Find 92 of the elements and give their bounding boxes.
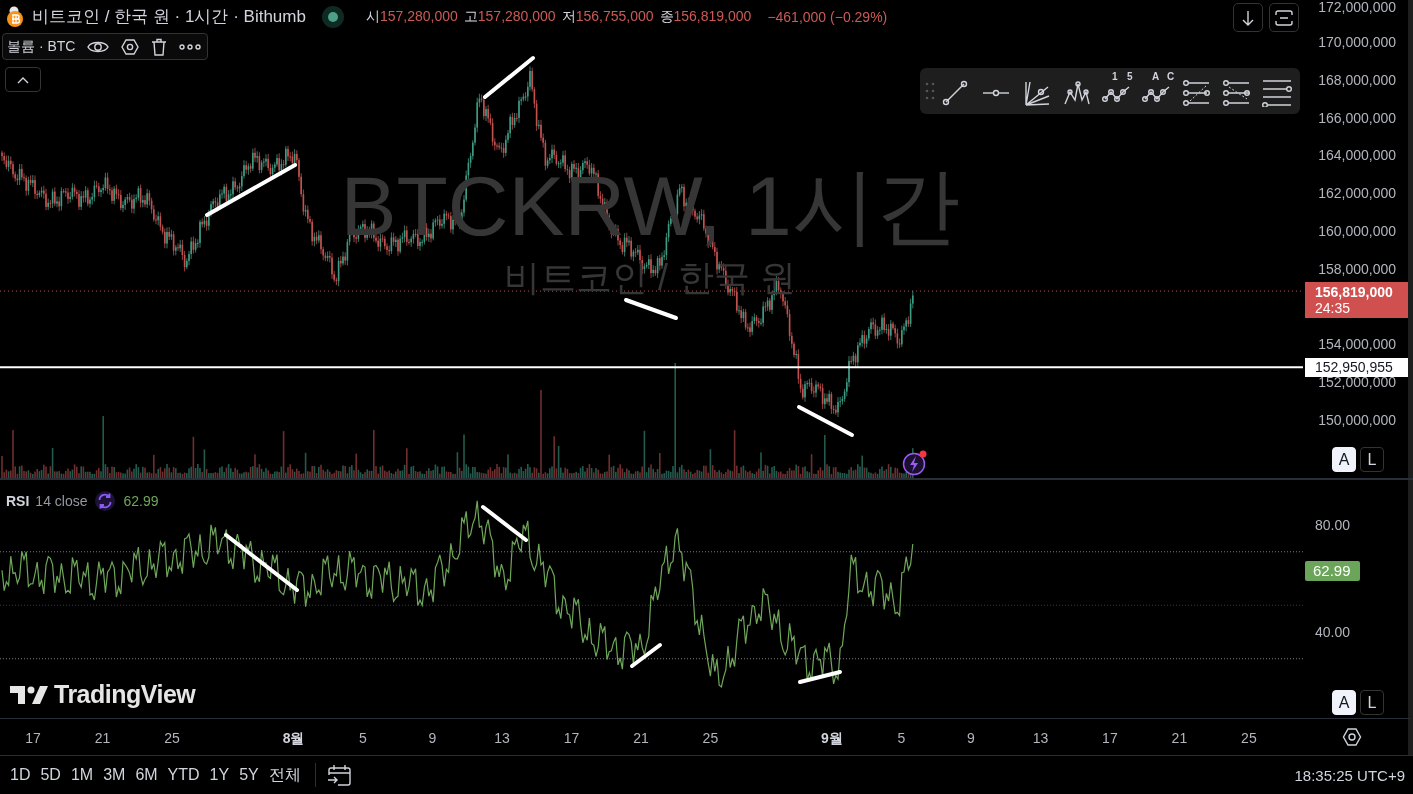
scale-mode-button[interactable]: A xyxy=(1332,690,1356,715)
range-button[interactable]: 1M xyxy=(66,766,98,784)
drawing-tool-icon xyxy=(1180,80,1213,106)
time-axis-label: 17 xyxy=(563,730,580,746)
indicator-name: RSI xyxy=(6,493,30,509)
symbol-title: 비트코인 / 한국 원 · 1시간 · Bithumb xyxy=(32,6,306,28)
volume-label: 볼륨 · BTC xyxy=(7,37,76,56)
logo-icon xyxy=(10,684,48,705)
range-button[interactable]: 3M xyxy=(99,766,130,784)
drawing-tool-icon xyxy=(1260,79,1293,107)
range-button[interactable]: 5Y xyxy=(235,766,263,784)
time-axis-label: 5 xyxy=(897,730,906,746)
more-icon[interactable] xyxy=(179,43,202,50)
range-button[interactable]: 1D xyxy=(6,766,35,784)
rsi-axis-label: 40.00 xyxy=(1315,624,1351,640)
time-axis-label: 13 xyxy=(1032,730,1049,746)
range-button[interactable]: 6M xyxy=(131,766,162,784)
rsi-value-label: 62.99 xyxy=(1305,560,1360,581)
time-axis-label: 21 xyxy=(94,730,111,746)
price-axis-label: 154,000,000 xyxy=(1318,336,1396,353)
fullscreen-button[interactable] xyxy=(1269,3,1299,32)
scale-mode-button[interactable]: L xyxy=(1360,447,1384,472)
trend-line[interactable] xyxy=(481,505,528,542)
time-axis-label: 17 xyxy=(1102,730,1118,746)
trend-line[interactable] xyxy=(205,163,297,217)
time-axis-label: 21 xyxy=(1171,730,1188,746)
trend-line[interactable] xyxy=(798,670,842,684)
time-axis-label: 8월 xyxy=(282,730,305,748)
trend-line[interactable] xyxy=(797,405,854,437)
time-axis-label: 25 xyxy=(702,730,719,746)
clock: 18:35:25 UTC+9 xyxy=(1294,766,1405,784)
settings-icon[interactable] xyxy=(121,37,140,56)
logo-text: TradingView xyxy=(54,680,196,709)
down-arrow-icon xyxy=(1242,9,1254,26)
price-axis-label: 164,000,000 xyxy=(1318,147,1396,164)
trend-line[interactable] xyxy=(624,298,678,320)
ohlc-label: 종 xyxy=(659,7,674,26)
ohlc-value: 156,819,000 xyxy=(673,7,752,26)
drawing-tool-button[interactable]: 1 5 xyxy=(1098,71,1135,111)
range-button[interactable]: 5D xyxy=(36,766,65,784)
price-axis-label: 160,000,000 xyxy=(1318,223,1396,239)
trash-icon[interactable] xyxy=(151,37,168,56)
price-axis-label: 166,000,000 xyxy=(1318,109,1396,126)
time-axis-label: 17 xyxy=(25,730,41,746)
time-axis-label: 9 xyxy=(967,730,975,746)
drawing-tool-button[interactable]: A C xyxy=(1138,71,1175,111)
ohlc-label: 시 xyxy=(365,7,380,26)
time-axis-label: 21 xyxy=(633,730,649,746)
price-axis-label: 150,000,000 xyxy=(1318,412,1396,428)
chevron-up-icon xyxy=(17,75,29,84)
trend-line[interactable] xyxy=(483,56,535,99)
line-price-label: 152,950,955 xyxy=(1305,358,1408,378)
time-axis-label: 25 xyxy=(1241,730,1257,746)
ohlc-label: 저 xyxy=(561,7,576,26)
bar-countdown: 24:35 xyxy=(1314,300,1352,317)
drag-handle-icon[interactable] xyxy=(925,82,935,100)
price-change: −461,000 (−0.29%) xyxy=(767,8,888,25)
refresh-icon[interactable] xyxy=(93,490,116,512)
horizontal-line[interactable] xyxy=(0,366,1303,369)
time-axis-label: 9월 xyxy=(821,730,843,748)
ohlc-value: 156,755,000 xyxy=(575,7,654,26)
indicator-params: 14 close xyxy=(35,493,88,509)
time-axis-label: 9 xyxy=(428,730,437,746)
range-button[interactable]: 전체 xyxy=(264,764,305,786)
settings-icon[interactable] xyxy=(1341,727,1362,747)
scale-mode-button[interactable]: A xyxy=(1332,447,1356,472)
fullscreen-icon xyxy=(1275,9,1293,26)
rsi-axis-label: 80.00 xyxy=(1315,517,1351,533)
ohlc-label: 고 xyxy=(463,7,478,26)
last-price-value: 156,819,000 xyxy=(1314,284,1394,301)
range-button[interactable]: 1Y xyxy=(205,766,234,784)
drawing-tool-icon xyxy=(1220,80,1253,106)
price-axis-label: 172,000,000 xyxy=(1318,0,1396,15)
price-axis-label: 158,000,000 xyxy=(1318,260,1396,277)
ohlc-value: 157,280,000 xyxy=(379,7,458,26)
indicator-value: 62.99 xyxy=(123,493,159,509)
trend-line[interactable] xyxy=(224,533,299,592)
price-axis-label: 170,000,000 xyxy=(1318,34,1396,50)
scroll-to-latest-button[interactable] xyxy=(1233,3,1263,32)
ohlc-value: 157,280,000 xyxy=(477,7,556,26)
time-axis-label: 25 xyxy=(164,730,180,746)
trend-line[interactable] xyxy=(630,643,662,668)
time-axis-label: 13 xyxy=(494,730,510,746)
scale-mode-button[interactable]: L xyxy=(1360,690,1384,715)
range-button[interactable]: YTD xyxy=(163,766,204,784)
lightning-icon[interactable] xyxy=(902,450,928,476)
collapse-button[interactable] xyxy=(5,67,41,92)
price-axis-label: 168,000,000 xyxy=(1318,71,1396,88)
calendar-icon[interactable] xyxy=(325,763,352,787)
bitcoin-icon xyxy=(6,5,26,28)
time-axis-label: 5 xyxy=(359,730,367,746)
price-axis-label: 162,000,000 xyxy=(1318,185,1396,202)
